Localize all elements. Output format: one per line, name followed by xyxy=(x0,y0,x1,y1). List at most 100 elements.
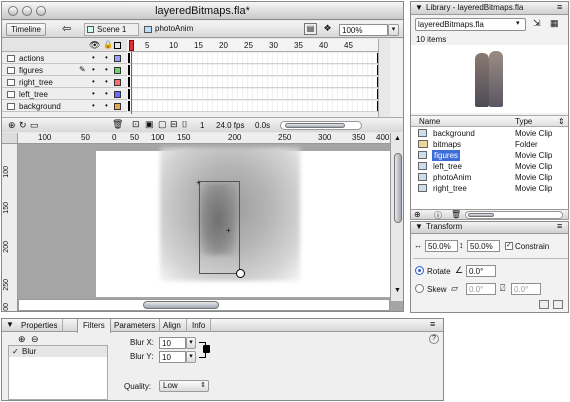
library-item[interactable]: bitmaps Folder xyxy=(411,139,568,150)
visibility-dot[interactable]: • xyxy=(92,53,95,62)
transform-point-icon[interactable]: + xyxy=(226,226,231,235)
back-arrow-icon[interactable]: ⇦ xyxy=(62,23,71,35)
trash-icon[interactable]: 🗑 xyxy=(112,119,123,130)
tab-properties[interactable]: Properties xyxy=(16,319,64,332)
pin-library-icon[interactable]: ⇲ xyxy=(533,18,541,29)
library-item[interactable]: background Movie Clip xyxy=(411,128,568,139)
dropdown-arrow-icon[interactable]: ▾ xyxy=(516,19,520,27)
layer-row[interactable]: left_tree • • xyxy=(2,89,127,100)
collapse-arrow-icon[interactable]: ▼ xyxy=(415,222,423,231)
frame-track[interactable] xyxy=(128,101,378,112)
lock-dot[interactable]: • xyxy=(105,65,108,74)
timeline-toggle-button[interactable]: Timeline xyxy=(6,23,46,36)
layer-row[interactable]: actions • • xyxy=(2,53,127,64)
selection-bounding-box[interactable] xyxy=(199,181,240,274)
stage-scroll-thumb-v[interactable] xyxy=(394,153,402,223)
library-item[interactable]: left_tree Movie Clip xyxy=(411,161,568,172)
layer-color-swatch[interactable] xyxy=(114,103,121,110)
scroll-down-icon[interactable]: ▼ xyxy=(394,287,401,294)
frame-track[interactable] xyxy=(128,89,378,100)
playhead[interactable] xyxy=(129,40,134,51)
scene-breadcrumb[interactable]: Scene 1 xyxy=(84,23,139,36)
library-dropdown[interactable]: layeredBitmaps.fla xyxy=(415,18,526,31)
rotate-field[interactable]: 0.0° xyxy=(466,265,496,277)
stage-scroll-thumb-h[interactable] xyxy=(143,301,219,309)
transform-header[interactable]: ▼ Transform ≡ xyxy=(411,222,568,234)
visibility-dot[interactable]: • xyxy=(92,77,95,86)
tab-align[interactable]: Align xyxy=(158,319,187,332)
library-item[interactable]: right_tree Movie Clip xyxy=(411,183,568,194)
reset-transform-icon[interactable] xyxy=(553,300,563,309)
center-frame-icon[interactable]: ⊡ xyxy=(132,119,140,130)
stage-scrollbar-v[interactable]: ▲ ▼ xyxy=(390,133,403,301)
zoom-window-icon[interactable] xyxy=(36,6,46,16)
remove-filter-icon[interactable]: ⊖ xyxy=(31,334,39,345)
skew-horizontal-field[interactable]: 0.0° xyxy=(466,283,496,295)
blur-y-dropdown-icon[interactable]: ▾ xyxy=(186,351,196,363)
column-header-type[interactable]: Type xyxy=(515,116,532,127)
onion-outline-icon[interactable]: ▢ xyxy=(158,119,167,130)
copy-transform-icon[interactable] xyxy=(539,300,549,309)
enabled-check-icon[interactable]: ✓ xyxy=(12,346,19,357)
scroll-up-icon[interactable]: ▲ xyxy=(394,135,401,142)
column-header-name[interactable]: Name xyxy=(419,116,440,127)
quality-dropdown[interactable]: Low ⇕ xyxy=(159,380,209,392)
blur-y-field[interactable]: 10 xyxy=(159,351,186,363)
lock-dot[interactable]: • xyxy=(105,89,108,98)
frame-track[interactable] xyxy=(128,65,378,76)
layer-color-swatch[interactable] xyxy=(114,91,121,98)
rotate-radio[interactable] xyxy=(415,266,424,275)
frame-ruler[interactable]: 5 10 15 20 25 30 35 40 45 xyxy=(128,39,378,52)
add-guide-icon[interactable]: ↻ xyxy=(19,120,27,131)
close-window-icon[interactable] xyxy=(8,6,18,16)
blur-x-field[interactable]: 10 xyxy=(159,337,186,349)
layer-row[interactable]: right_tree • • xyxy=(2,77,127,88)
tab-parameters[interactable]: Parameters xyxy=(110,319,161,332)
filter-item-blur[interactable]: ✓ Blur xyxy=(9,346,107,357)
skew-radio[interactable] xyxy=(415,284,424,293)
new-library-icon[interactable]: ▦ xyxy=(550,18,559,29)
collapse-arrow-icon[interactable]: ▼ xyxy=(6,320,14,329)
layer-row-selected[interactable]: figures ✎ • • xyxy=(2,65,127,76)
properties-icon[interactable]: ⓘ xyxy=(434,210,442,221)
sort-icon[interactable]: ⇕ xyxy=(558,116,565,127)
lock-dot[interactable]: • xyxy=(105,53,108,62)
edit-symbol-icon[interactable]: ❖ xyxy=(321,23,334,35)
modify-markers-icon[interactable]: ⌷ xyxy=(182,119,187,130)
stage-scrollbar-h[interactable] xyxy=(18,299,390,311)
help-icon[interactable]: ? xyxy=(429,334,439,344)
constrain-lock-icon[interactable] xyxy=(203,345,210,353)
layer-color-swatch[interactable] xyxy=(114,79,121,86)
tab-info[interactable]: Info xyxy=(187,319,212,332)
outline-icon[interactable] xyxy=(114,42,121,49)
collapse-arrow-icon[interactable]: ▼ xyxy=(415,3,423,12)
document-title-bar[interactable]: layeredBitmaps.fla* xyxy=(2,2,403,20)
constrain-checkbox[interactable]: ✓ xyxy=(505,242,513,250)
edit-multiple-frames-icon[interactable]: ⊟ xyxy=(170,119,178,130)
minimize-window-icon[interactable] xyxy=(22,6,32,16)
tab-filters[interactable]: Filters xyxy=(77,319,111,333)
timeline-scrollbar-v[interactable] xyxy=(378,39,390,117)
eye-icon[interactable]: 👁 xyxy=(89,40,100,51)
height-scale-field[interactable]: 50.0% xyxy=(467,240,500,252)
lock-icon[interactable]: 🔒 xyxy=(103,40,113,49)
lock-dot[interactable]: • xyxy=(105,77,108,86)
visibility-dot[interactable]: • xyxy=(92,65,95,74)
panel-menu-icon[interactable]: ≡ xyxy=(557,222,562,231)
frame-track[interactable] xyxy=(128,53,378,64)
rotate-handle-icon[interactable] xyxy=(236,269,245,278)
width-scale-field[interactable]: 50.0% xyxy=(425,240,458,252)
visibility-dot[interactable]: • xyxy=(92,101,95,110)
layer-row[interactable]: background • • xyxy=(2,101,127,112)
onion-skin-icon[interactable]: ▣ xyxy=(145,119,154,130)
edit-scene-icon[interactable]: ▤ xyxy=(304,23,317,35)
library-header[interactable]: ▼ Library - layeredBitmaps.fla ≡ xyxy=(411,2,568,15)
library-scrollbar-h[interactable] xyxy=(465,211,563,219)
frame-track[interactable] xyxy=(128,77,378,88)
trash-icon[interactable]: 🗑 xyxy=(451,210,461,219)
visibility-dot[interactable]: • xyxy=(92,89,95,98)
panel-menu-icon[interactable]: ≡ xyxy=(557,2,562,12)
new-symbol-icon[interactable]: ⊕ xyxy=(414,210,421,219)
layer-color-swatch[interactable] xyxy=(114,67,121,74)
layer-color-swatch[interactable] xyxy=(114,55,121,62)
